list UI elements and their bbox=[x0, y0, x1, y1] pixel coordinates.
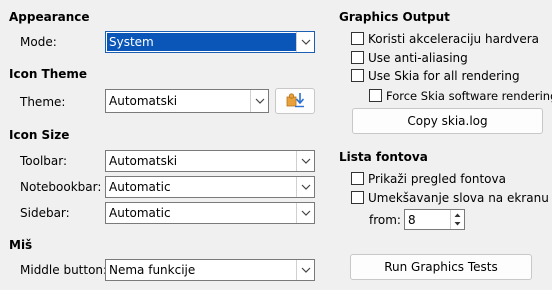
font-smoothing-from-spinbox[interactable]: 8 bbox=[404, 209, 465, 230]
notebookbar-combobox[interactable]: Automatic bbox=[105, 176, 315, 198]
notebookbar-value: Automatic bbox=[109, 180, 171, 194]
extension-install-icon bbox=[285, 91, 305, 112]
antialias-label: Use anti-aliasing bbox=[368, 51, 468, 65]
hw-accel-label: Koristi akceleraciju hardvera bbox=[368, 32, 540, 46]
sidebar-value: Automatic bbox=[109, 206, 171, 220]
run-graphics-tests-button[interactable]: Run Graphics Tests bbox=[350, 254, 532, 280]
from-value: 8 bbox=[408, 213, 416, 227]
skia-all-checkbox[interactable] bbox=[351, 69, 364, 82]
middle-button-value: Nema funkcije bbox=[109, 263, 196, 277]
mode-combobox[interactable]: System bbox=[105, 31, 315, 53]
middle-button-combobox[interactable]: Nema funkcije bbox=[105, 259, 315, 281]
mode-label: Mode: bbox=[20, 35, 57, 49]
font-list-heading: Lista fontova bbox=[339, 150, 428, 164]
from-label: from: bbox=[369, 213, 401, 227]
notebookbar-label: Notebookbar: bbox=[20, 180, 102, 194]
chevron-down-icon[interactable] bbox=[250, 90, 268, 112]
middle-button-label: Middle button: bbox=[20, 263, 108, 277]
font-smoothing-checkbox[interactable] bbox=[351, 191, 364, 204]
sidebar-label: Sidebar: bbox=[20, 206, 70, 220]
mode-value: System bbox=[109, 35, 154, 49]
chevron-down-icon[interactable] bbox=[296, 260, 314, 280]
toolbar-combobox[interactable]: Automatski bbox=[105, 150, 315, 172]
theme-value: Automatski bbox=[109, 94, 178, 108]
chevron-down-icon[interactable] bbox=[296, 32, 314, 52]
toolbar-label: Toolbar: bbox=[20, 154, 68, 168]
icon-size-heading: Icon Size bbox=[9, 128, 70, 142]
hw-accel-checkbox[interactable] bbox=[351, 32, 364, 45]
sidebar-combobox[interactable]: Automatic bbox=[105, 202, 315, 224]
skia-software-checkbox[interactable] bbox=[369, 89, 382, 102]
antialias-checkbox[interactable] bbox=[351, 51, 364, 64]
mouse-heading: Miš bbox=[9, 238, 33, 252]
graphics-output-heading: Graphics Output bbox=[339, 10, 450, 24]
toolbar-value: Automatski bbox=[109, 154, 178, 168]
icon-theme-heading: Icon Theme bbox=[9, 67, 88, 81]
theme-combobox[interactable]: Automatski bbox=[105, 89, 269, 113]
spin-buttons[interactable] bbox=[450, 210, 464, 229]
copy-skia-log-button[interactable]: Copy skia.log bbox=[352, 108, 543, 134]
font-preview-checkbox[interactable] bbox=[351, 172, 364, 185]
chevron-down-icon[interactable] bbox=[296, 203, 314, 223]
chevron-down-icon[interactable] bbox=[296, 151, 314, 171]
theme-label: Theme: bbox=[20, 95, 66, 109]
skia-software-label: Force Skia software rendering bbox=[386, 89, 552, 103]
font-smoothing-label: Umekšavanje slova na ekranu bbox=[368, 191, 549, 205]
chevron-down-icon[interactable] bbox=[296, 177, 314, 197]
appearance-heading: Appearance bbox=[9, 10, 90, 24]
font-preview-label: Prikaži pregled fontova bbox=[368, 172, 506, 186]
skia-all-label: Use Skia for all rendering bbox=[368, 69, 520, 83]
add-icon-theme-button[interactable] bbox=[275, 88, 315, 114]
